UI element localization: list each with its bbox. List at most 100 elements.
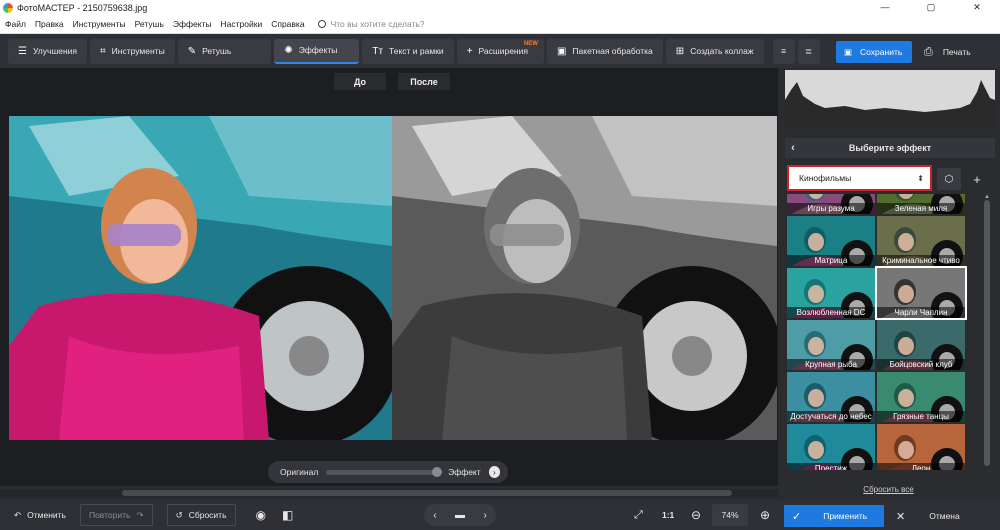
- effects-scrollbar[interactable]: ▲: [983, 194, 991, 470]
- next-image-icon[interactable]: ›: [483, 510, 486, 521]
- effect-thumbnail[interactable]: Престиж: [787, 424, 875, 470]
- tab-batch[interactable]: ▣ Пакетная обработка: [546, 38, 663, 64]
- effect-name: Крупная рыба: [787, 359, 875, 370]
- split-view-icon: ◧: [281, 508, 294, 522]
- menu-retouch[interactable]: Ретушь: [135, 19, 164, 29]
- menu-tools[interactable]: Инструменты: [73, 19, 126, 29]
- effect-name: Криминальное чтиво: [877, 255, 965, 266]
- history-button[interactable]: ≣: [797, 38, 820, 64]
- effects-scroll-thumb[interactable]: [984, 200, 990, 466]
- eye-icon: ◉: [255, 508, 266, 522]
- add-effect-button[interactable]: +: [966, 168, 988, 190]
- undo-label: Отменить: [27, 510, 66, 520]
- add-layer-button[interactable]: ≡: [772, 38, 795, 64]
- cancel-button[interactable]: ✕ Отмена: [890, 505, 996, 527]
- redo-button[interactable]: Повторить ↷: [79, 504, 153, 526]
- photo-before: [9, 116, 392, 440]
- redo-icon: ↷: [136, 509, 144, 520]
- effect-thumbnail[interactable]: Достучаться до небес: [787, 372, 875, 422]
- menu-edit[interactable]: Правка: [35, 19, 64, 29]
- effect-category-select[interactable]: Кинофильмы ⬍: [787, 165, 932, 191]
- menu-settings[interactable]: Настройки: [221, 19, 263, 29]
- file-navigation: ‹ ▬ ›: [424, 504, 496, 526]
- menu-search[interactable]: Что вы хотите сделать?: [317, 19, 425, 29]
- slider-knob[interactable]: [432, 466, 443, 477]
- effect-thumbnail[interactable]: Игры разума: [787, 194, 875, 214]
- preview-eye-button[interactable]: ◉: [248, 504, 274, 526]
- effect-thumbnail[interactable]: Матрица: [787, 216, 875, 266]
- tab-tools[interactable]: ⌗ Инструменты: [90, 38, 175, 64]
- effect-strength-slider[interactable]: [326, 466, 443, 477]
- zoom-value[interactable]: 74%: [712, 504, 748, 526]
- search-placeholder: Что вы хотите сделать?: [330, 19, 425, 29]
- effect-thumbnail[interactable]: Грязные танцы: [877, 372, 965, 422]
- tab-extensions[interactable]: + Расширения NEW: [456, 38, 544, 64]
- original-label: Оригинал: [280, 467, 319, 477]
- compare-control: Оригинал Эффект ›: [268, 461, 508, 483]
- tab-retouch[interactable]: ✎ Ретушь: [177, 38, 272, 64]
- tab-enhancements[interactable]: ☰ Улучшения: [8, 38, 88, 64]
- before-label: До: [334, 73, 386, 90]
- plus-icon: +: [466, 45, 473, 57]
- tab-label: Улучшения: [32, 46, 78, 56]
- plus-icon: +: [973, 171, 981, 187]
- effect-name: Возлюбленная DC: [787, 307, 875, 318]
- save-button[interactable]: ▣ Сохранить: [836, 41, 912, 63]
- reset-button[interactable]: ↺ Сбросить: [166, 504, 236, 526]
- tab-label: Ретушь: [202, 46, 232, 56]
- effect-thumbnail[interactable]: Крупная рыба: [787, 320, 875, 370]
- ratio-button[interactable]: 1:1: [654, 504, 682, 526]
- category-value: Кинофильмы: [799, 173, 852, 183]
- effect-thumbnail[interactable]: Зеленая миля: [877, 194, 965, 214]
- save-icon: ▣: [844, 46, 853, 57]
- prev-image-icon[interactable]: ‹: [433, 510, 436, 521]
- effect-thumbnail[interactable]: Криминальное чтиво: [877, 216, 965, 266]
- menu-effects[interactable]: Эффекты: [173, 19, 212, 29]
- effect-thumbnail[interactable]: Леон: [877, 424, 965, 470]
- scrollbar-thumb[interactable]: [122, 490, 732, 496]
- apply-button[interactable]: ✓ Применить: [784, 505, 884, 527]
- photo-after: [392, 116, 777, 440]
- collage-icon: ⊞: [675, 45, 685, 57]
- reset-all-link[interactable]: Сбросить все: [786, 485, 991, 494]
- effect-thumbnail[interactable]: Чарли Чаплин: [875, 266, 967, 320]
- close-window-button[interactable]: ✕: [954, 2, 1000, 13]
- app-logo-icon: [3, 2, 13, 13]
- tab-label: Эффекты: [298, 45, 338, 55]
- zoom-in-button[interactable]: ⊕: [752, 504, 778, 526]
- 3d-lut-button[interactable]: ⬡: [937, 168, 961, 190]
- tab-effects[interactable]: ✺ Эффекты: [274, 38, 360, 64]
- effect-thumbnail[interactable]: Возлюбленная DC: [787, 268, 875, 318]
- redo-label: Повторить: [88, 510, 131, 520]
- effects-grid: Игры разума Зеленая миля Матрица Криминальн…: [786, 194, 978, 470]
- menu-file[interactable]: Файл: [5, 19, 26, 29]
- minimize-button[interactable]: —: [862, 2, 908, 13]
- printer-icon: ⎙: [924, 45, 933, 58]
- chevron-updown-icon: ⬍: [917, 173, 924, 183]
- tab-label: Расширения: [478, 46, 528, 56]
- tab-text-frames[interactable]: Tт Текст и рамки: [362, 38, 454, 64]
- print-button[interactable]: ⎙ Печать: [918, 41, 996, 63]
- apply-label: Применить: [823, 511, 868, 521]
- crop-icon: ⌗: [100, 45, 106, 57]
- save-label: Сохранить: [860, 47, 903, 57]
- reset-icon: ↺: [175, 509, 183, 520]
- sparkle-icon: ✺: [284, 44, 293, 56]
- maximize-button[interactable]: ▢: [908, 2, 954, 13]
- compare-split-button[interactable]: ◧: [274, 504, 301, 526]
- tab-collage[interactable]: ⊞ Создать коллаж: [665, 38, 764, 64]
- fit-screen-button[interactable]: ⤢: [626, 504, 651, 526]
- effect-thumbnail[interactable]: Бойцовский клуб: [877, 320, 965, 370]
- back-arrow-icon[interactable]: ‹: [785, 142, 801, 154]
- effect-name: Престиж: [787, 463, 875, 470]
- undo-button[interactable]: ↶ Отменить: [6, 504, 74, 526]
- checkmark-icon: ✓: [792, 510, 802, 523]
- arrow-right-icon[interactable]: ›: [488, 466, 500, 478]
- horizontal-scrollbar[interactable]: [0, 489, 778, 497]
- plus-circle-icon: ⊕: [760, 508, 771, 522]
- zoom-out-button[interactable]: ⊖: [683, 504, 709, 526]
- folder-icon[interactable]: ▬: [455, 510, 465, 521]
- history-icon: ≣: [804, 45, 813, 56]
- menu-help[interactable]: Справка: [271, 19, 304, 29]
- undo-icon: ↶: [14, 509, 22, 520]
